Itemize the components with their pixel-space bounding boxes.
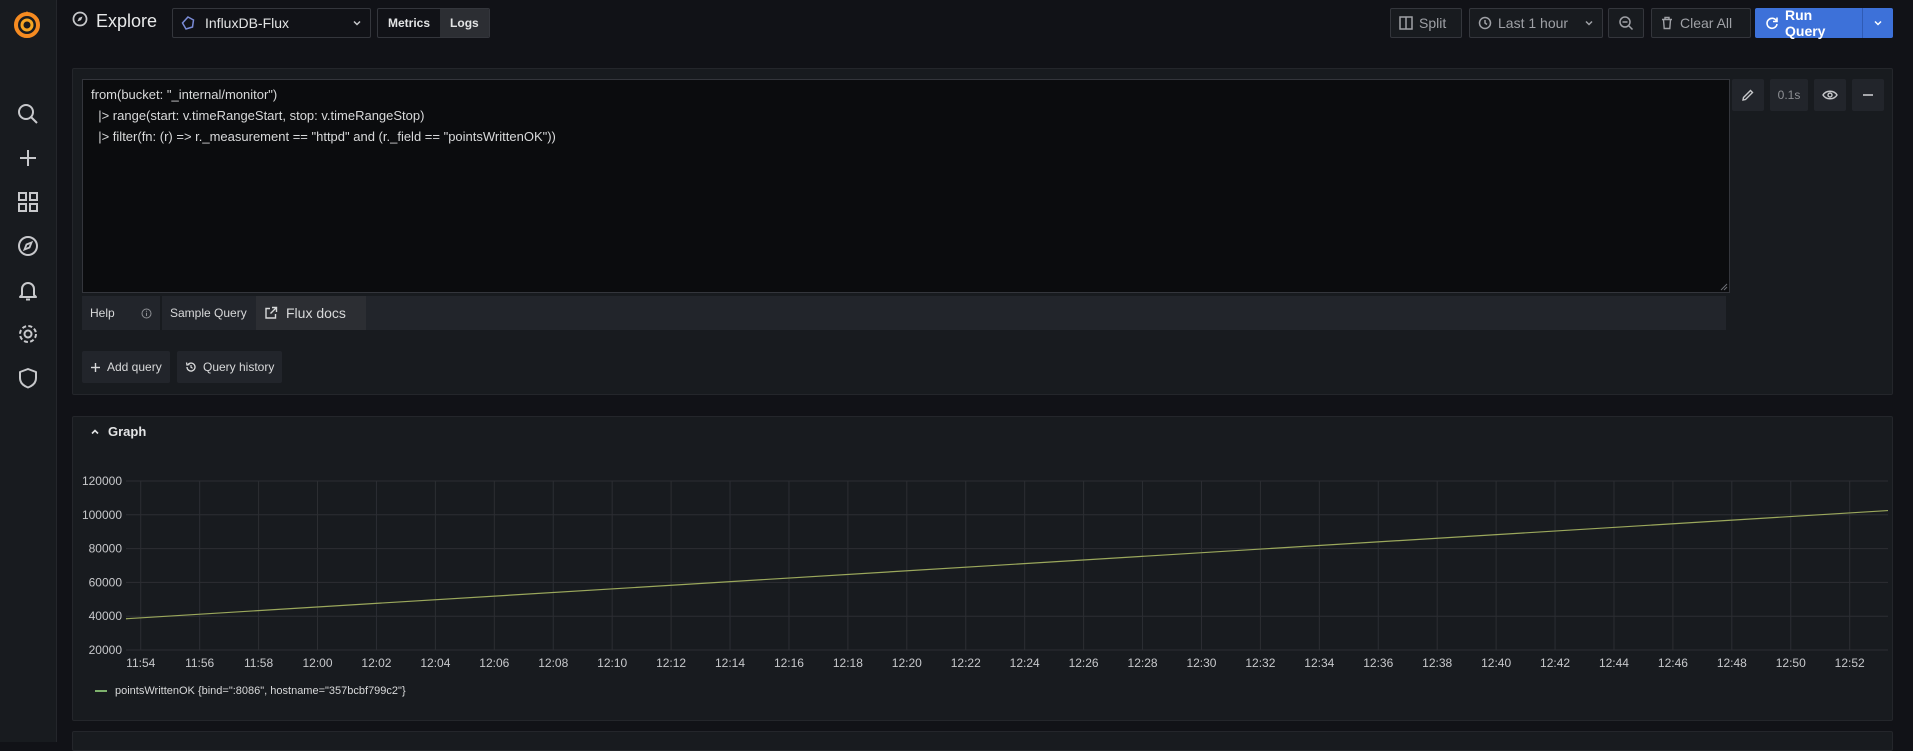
tab-metrics[interactable]: Metrics <box>378 9 440 37</box>
search-icon[interactable] <box>16 102 40 126</box>
query-line-2: |> range(start: v.timeRangeStart, stop: … <box>91 108 425 123</box>
grafana-logo-icon[interactable] <box>12 10 42 40</box>
resize-handle-icon[interactable] <box>1720 283 1728 291</box>
query-history-label: Query history <box>203 360 275 374</box>
chevron-up-icon <box>90 427 100 437</box>
clear-all-label: Clear All <box>1680 15 1733 31</box>
legend-swatch <box>95 690 107 692</box>
minus-icon <box>1862 89 1874 101</box>
add-query-button[interactable]: Add query <box>82 351 170 383</box>
query-editor[interactable]: from(bucket: "_internal/monitor") |> ran… <box>82 79 1730 293</box>
sidebar <box>0 0 57 742</box>
clock-icon <box>1478 16 1492 30</box>
explore-compass-icon[interactable] <box>16 234 40 258</box>
flux-docs-label: Flux docs <box>286 305 346 321</box>
flux-docs-link[interactable]: Flux docs <box>256 296 366 330</box>
run-query-label: Run Query <box>1785 7 1826 39</box>
clear-all-button[interactable]: Clear All <box>1651 8 1751 38</box>
toggle-visibility-button[interactable] <box>1814 79 1846 111</box>
split-label: Split <box>1419 15 1447 31</box>
graph-title: Graph <box>108 424 147 439</box>
split-button[interactable]: Split <box>1390 8 1462 38</box>
alerting-bell-icon[interactable] <box>16 278 40 302</box>
mode-toggle: Metrics Logs <box>377 8 490 38</box>
trash-icon <box>1660 16 1674 30</box>
page-title: Explore <box>96 11 158 31</box>
query-help-bar: Help Sample Query Flux docs <box>82 296 1726 330</box>
zoom-out-button[interactable] <box>1608 8 1644 38</box>
query-line-1: from(bucket: "_internal/monitor") <box>91 87 278 102</box>
eye-icon <box>1822 89 1838 101</box>
time-range-label: Last 1 hour <box>1498 15 1569 31</box>
run-query-main[interactable]: Run Query <box>1755 7 1862 39</box>
edit-query-button[interactable] <box>1732 79 1764 111</box>
chevron-down-icon <box>352 15 362 31</box>
datasource-picker[interactable]: InfluxDB-Flux <box>172 8 371 38</box>
help-label: Help <box>90 306 115 320</box>
zoom-out-icon <box>1618 15 1634 31</box>
chevron-down-icon <box>1873 18 1883 28</box>
legend-series-label: pointsWrittenOK {bind=":8086", hostname=… <box>115 685 406 697</box>
graph-legend[interactable]: pointsWrittenOK {bind=":8086", hostname=… <box>95 685 406 697</box>
external-link-icon <box>264 306 278 320</box>
influxdb-icon <box>181 16 195 30</box>
add-query-label: Add query <box>107 360 162 374</box>
server-admin-shield-icon[interactable] <box>16 366 40 390</box>
page-title-wrap: Explore <box>72 11 157 32</box>
refresh-icon <box>1765 16 1779 30</box>
split-columns-icon <box>1399 16 1413 30</box>
query-line: |> filter(fn: (r) => r._measurement == "… <box>91 126 1721 147</box>
query-exec-time: 0.1s <box>1770 79 1808 111</box>
plus-icon[interactable] <box>16 146 40 170</box>
sample-query-button[interactable]: Sample Query <box>162 296 256 330</box>
graph-collapse-toggle[interactable]: Graph <box>90 424 146 439</box>
query-history-button[interactable]: Query history <box>177 351 283 383</box>
query-line-3: |> filter(fn: (r) => r._measurement == "… <box>91 129 556 144</box>
plus-icon <box>90 362 101 373</box>
settings-gear-icon[interactable] <box>16 322 40 346</box>
query-line: |> range(start: v.timeRangeStart, stop: … <box>91 105 1721 126</box>
help-toggle[interactable]: Help <box>82 296 160 330</box>
info-icon <box>141 308 152 319</box>
graph-panel <box>72 416 1893 721</box>
query-line: from(bucket: "_internal/monitor") <box>91 84 1721 105</box>
explore-toolbar: Explore InfluxDB-Flux Metrics Logs Split… <box>56 0 1913 48</box>
query-row-tools: 0.1s <box>1732 79 1884 111</box>
dashboards-icon[interactable] <box>16 190 40 214</box>
remove-query-button[interactable] <box>1852 79 1884 111</box>
run-query-options-button[interactable] <box>1861 8 1893 38</box>
explore-compass-icon <box>72 11 88 32</box>
table-panel-edge <box>72 731 1893 751</box>
tab-logs[interactable]: Logs <box>440 9 489 37</box>
time-range-picker[interactable]: Last 1 hour <box>1469 8 1603 38</box>
history-icon <box>185 361 197 373</box>
pencil-icon <box>1741 88 1755 102</box>
datasource-name: InfluxDB-Flux <box>205 15 290 31</box>
run-query-button[interactable]: Run Query <box>1755 7 1893 39</box>
chevron-down-icon <box>1584 18 1594 28</box>
